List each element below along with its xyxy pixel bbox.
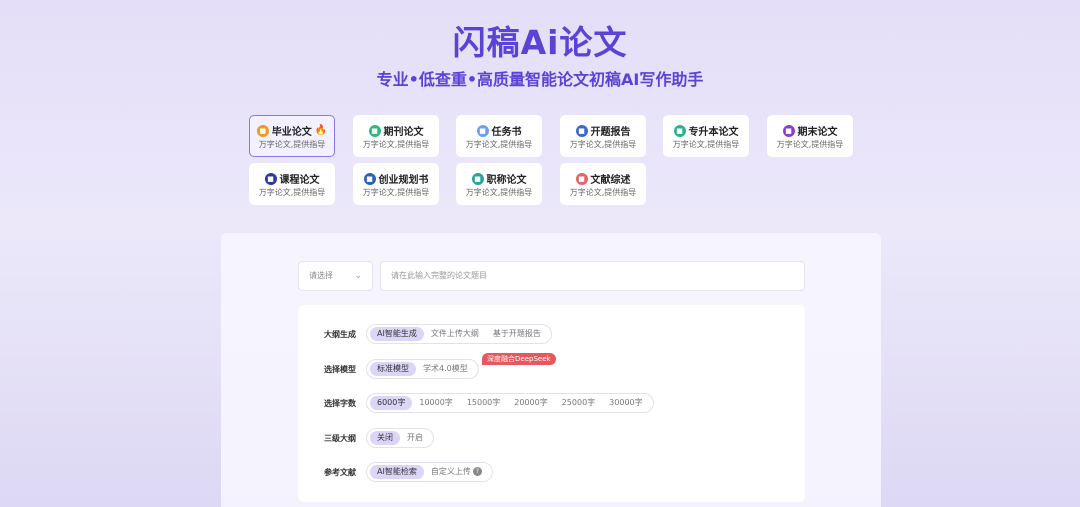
option-row-label: 三级大纲 (324, 434, 356, 443)
category-label: 创业规划书 (378, 175, 429, 186)
thesis-title-placeholder: 请在此输入完整的论文题目 (391, 271, 487, 280)
category-desc: 万字论文,提供指导 (569, 140, 637, 149)
category-label: 期末论文 (797, 127, 838, 138)
option-0-2[interactable]: 基于开题报告 (486, 327, 548, 341)
category-head: ■ 创业规划书 (354, 171, 438, 186)
option-row-label: 选择模型 (324, 365, 356, 374)
category-label: 职称论文 (486, 175, 527, 186)
plan-icon: ■ (363, 172, 376, 185)
thesis-title-input[interactable]: 请在此输入完整的论文题目 (380, 261, 805, 291)
category-label: 毕业论文 (271, 127, 312, 138)
page-title: 闪稿Ai论文 (452, 23, 628, 62)
category-label: 期刊论文 (383, 127, 424, 138)
fire-icon: 🔥 (314, 125, 328, 136)
category-head: ■ 毕业论文 🔥 (250, 123, 334, 138)
category-desc: 万字论文,提供指导 (776, 140, 844, 149)
category-head: ■ 文献综述 (561, 171, 645, 186)
category-desc: 万字论文,提供指导 (569, 188, 637, 197)
category-card-7[interactable]: ■ 创业规划书万字论文,提供指导 (353, 163, 439, 205)
category-desc: 万字论文,提供指导 (672, 140, 740, 149)
category-card-2[interactable]: ■ 任务书万字论文,提供指导 (456, 115, 542, 157)
option-0-0[interactable]: AI智能生成 (370, 327, 424, 341)
category-card-5[interactable]: ■ 期末论文万字论文,提供指导 (767, 115, 853, 157)
category-desc: 万字论文,提供指导 (465, 140, 533, 149)
option-segment-group: 关闭 开启 (366, 428, 434, 448)
journal-icon: ■ (368, 124, 381, 137)
category-label: 任务书 (491, 127, 522, 138)
option-1-1[interactable]: 学术4.0模型 (416, 362, 475, 376)
category-label: 开题报告 (590, 127, 631, 138)
option-2-1[interactable]: 10000字 (412, 396, 459, 410)
category-label: 课程论文 (279, 175, 320, 186)
option-segment-group: AI智能检索 自定义上传? (366, 462, 493, 482)
option-segment-group: AI智能生成 文件上传大纲 基于开题报告 (366, 324, 552, 344)
category-grid: ■ 毕业论文 🔥 万字论文,提供指导 ■ 期刊论文 万字论文,提供指导 ■ 任务书 万字论文,提供… (249, 115, 859, 207)
title-icon: ■ (471, 172, 484, 185)
help-icon[interactable]: ? (472, 467, 482, 476)
option-row-label: 参考文献 (324, 468, 356, 477)
task-icon: ■ (476, 124, 489, 137)
category-label: 文献综述 (590, 175, 631, 186)
category-head: ■ 课程论文 (250, 171, 334, 186)
option-1-0[interactable]: 标准模型 (370, 362, 416, 376)
option-2-2[interactable]: 15000字 (460, 396, 507, 410)
literature-icon: ■ (575, 172, 588, 185)
page-subtitle: 专业•低查重•高质量智能论文初稿AI写作助手 (376, 70, 704, 89)
category-card-9[interactable]: ■ 文献综述万字论文,提供指导 (560, 163, 646, 205)
option-row-label: 选择字数 (324, 399, 356, 408)
category-head: ■ 任务书 (457, 123, 541, 138)
chevron-down-icon: ⌄ (354, 271, 362, 281)
option-3-1[interactable]: 开启 (400, 431, 430, 445)
upgrade-icon: ■ (673, 124, 686, 137)
category-desc: 万字论文,提供指导 (362, 188, 430, 197)
final-icon: ■ (782, 124, 795, 137)
option-3-0[interactable]: 关闭 (370, 431, 400, 445)
option-4-1[interactable]: 自定义上传? (424, 465, 489, 479)
category-head: ■ 开题报告 (561, 123, 645, 138)
category-card-1[interactable]: ■ 期刊论文万字论文,提供指导 (353, 115, 439, 157)
report-icon: ■ (575, 124, 588, 137)
category-desc: 万字论文,提供指导 (258, 140, 326, 149)
type-select-value: 请选择 (309, 271, 333, 280)
option-0-1[interactable]: 文件上传大纲 (424, 327, 486, 341)
category-head: ■ 期刊论文 (354, 123, 438, 138)
option-4-0[interactable]: AI智能检索 (370, 465, 424, 479)
category-desc: 万字论文,提供指导 (362, 140, 430, 149)
course-icon: ■ (264, 172, 277, 185)
category-card-8[interactable]: ■ 职称论文万字论文,提供指导 (456, 163, 542, 205)
category-head: ■ 期末论文 (768, 123, 852, 138)
category-head: ■ 专升本论文 (664, 123, 748, 138)
option-row-label: 大纲生成 (324, 330, 356, 339)
option-segment-group: 6000字 10000字 15000字 20000字 25000字 30000字 (366, 393, 654, 413)
category-card-0[interactable]: ■ 毕业论文 🔥 万字论文,提供指导 (249, 115, 335, 157)
category-desc: 万字论文,提供指导 (258, 188, 326, 197)
category-card-6[interactable]: ■ 课程论文万字论文,提供指导 (249, 163, 335, 205)
category-card-3[interactable]: ■ 开题报告万字论文,提供指导 (560, 115, 646, 157)
option-segment-group: 标准模型 学术4.0模型 (366, 359, 479, 379)
option-2-3[interactable]: 20000字 (507, 396, 554, 410)
doc-icon: ■ (256, 124, 269, 137)
type-select[interactable]: 请选择 ⌄ (298, 261, 373, 291)
option-2-5[interactable]: 30000字 (602, 396, 649, 410)
option-2-4[interactable]: 25000字 (555, 396, 602, 410)
category-head: ■ 职称论文 (457, 171, 541, 186)
category-desc: 万字论文,提供指导 (465, 188, 533, 197)
option-2-0[interactable]: 6000字 (370, 396, 413, 410)
deepseek-badge: 深度融合DeepSeek (482, 353, 556, 365)
category-label: 专升本论文 (688, 127, 739, 138)
category-card-4[interactable]: ■ 专升本论文万字论文,提供指导 (663, 115, 749, 157)
